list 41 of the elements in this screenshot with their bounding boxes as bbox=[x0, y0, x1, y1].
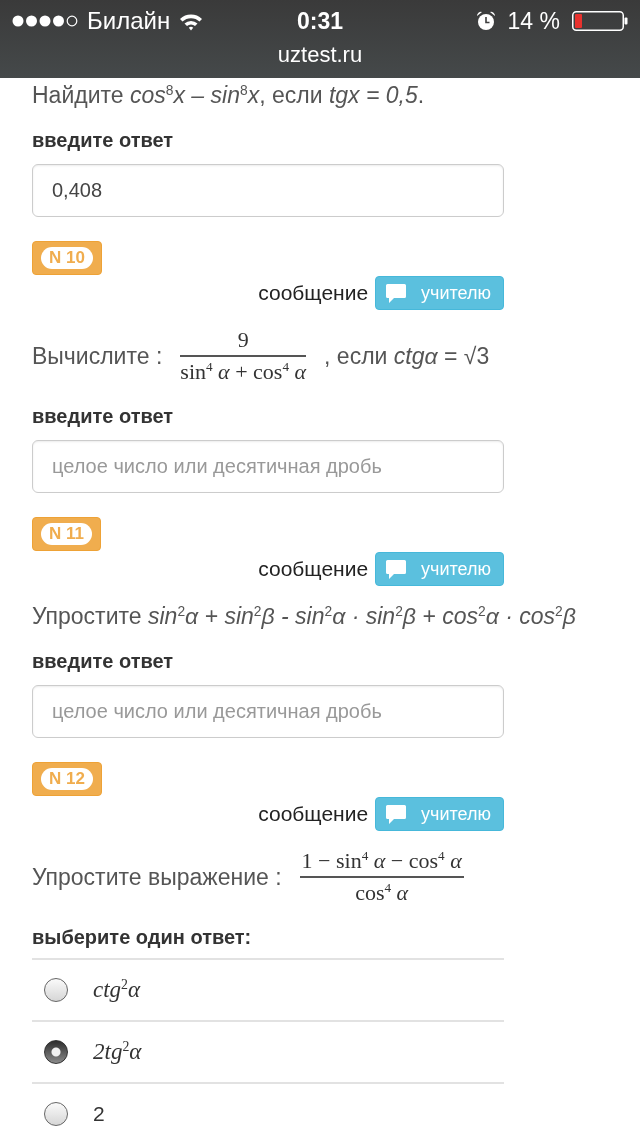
alarm-clock-icon bbox=[475, 11, 496, 31]
question-text: Вычислите : bbox=[32, 342, 163, 370]
answer-label: выберите один ответ: bbox=[32, 926, 253, 949]
signal-icon bbox=[12, 15, 78, 27]
speech-bubble-icon bbox=[386, 804, 407, 824]
message-label: сообщение bbox=[258, 281, 369, 305]
answer-label: введите ответ bbox=[32, 129, 175, 152]
radio-button-selected[interactable] bbox=[44, 1040, 68, 1064]
option-text: 2 bbox=[93, 1101, 105, 1127]
radio-button[interactable] bbox=[44, 1102, 68, 1126]
page-address[interactable]: uztest.ru bbox=[277, 42, 363, 68]
question-text: Упростите sin$^{2}$α + sin$^{2}$β - sin$^{2}$α · sin$^{2}$β + cos$^{2}$α · cos$^{2}$β bbox=[32, 603, 576, 630]
fraction-denominator: sin$^{4}$ α + cos$^{4}$ α bbox=[180, 358, 307, 385]
message-teacher-button[interactable]: учителю bbox=[375, 552, 504, 586]
fraction-denominator: cos$^{4}$ α bbox=[355, 879, 409, 906]
question-number-badge: N 12 bbox=[32, 762, 102, 796]
message-teacher-button[interactable]: учителю bbox=[375, 797, 504, 831]
answer-input[interactable]: 0,408 bbox=[32, 164, 504, 217]
radio-button[interactable] bbox=[44, 978, 68, 1002]
question-text: Найдите cos$^{8}$x – sin$^{8}$x, если tgx = 0,5. bbox=[32, 82, 425, 109]
message-label: сообщение bbox=[258, 802, 369, 826]
question-text: Упростите выражение : bbox=[32, 863, 282, 891]
carrier-name: Билайн bbox=[87, 7, 171, 35]
battery-percent: 14 % bbox=[507, 7, 560, 35]
fraction-numerator: 1 − sin$^{4}$ α − cos$^{4}$ α bbox=[299, 848, 464, 878]
question-text: , если ctgα = √3 bbox=[324, 342, 490, 370]
clock-time: 0:31 bbox=[296, 7, 343, 35]
answer-input[interactable]: целое число или десятичная дробь bbox=[32, 685, 504, 738]
message-label: сообщение bbox=[258, 557, 369, 581]
question-number-badge: N 10 bbox=[32, 241, 102, 275]
speech-bubble-icon bbox=[386, 283, 407, 303]
question-number-badge: N 11 bbox=[32, 517, 101, 551]
option-text: 2tg$^{2}$α bbox=[93, 1039, 142, 1065]
answer-input[interactable]: целое число или десятичная дробь bbox=[32, 440, 504, 493]
message-teacher-button[interactable]: учителю bbox=[375, 276, 504, 310]
answer-label: введите ответ bbox=[32, 405, 175, 428]
battery-icon bbox=[572, 11, 628, 31]
speech-bubble-icon bbox=[386, 559, 407, 579]
fraction-numerator: 9 bbox=[180, 327, 307, 357]
option-text: ctg$^{2}$α bbox=[93, 977, 141, 1003]
answer-label: введите ответ bbox=[32, 650, 175, 673]
